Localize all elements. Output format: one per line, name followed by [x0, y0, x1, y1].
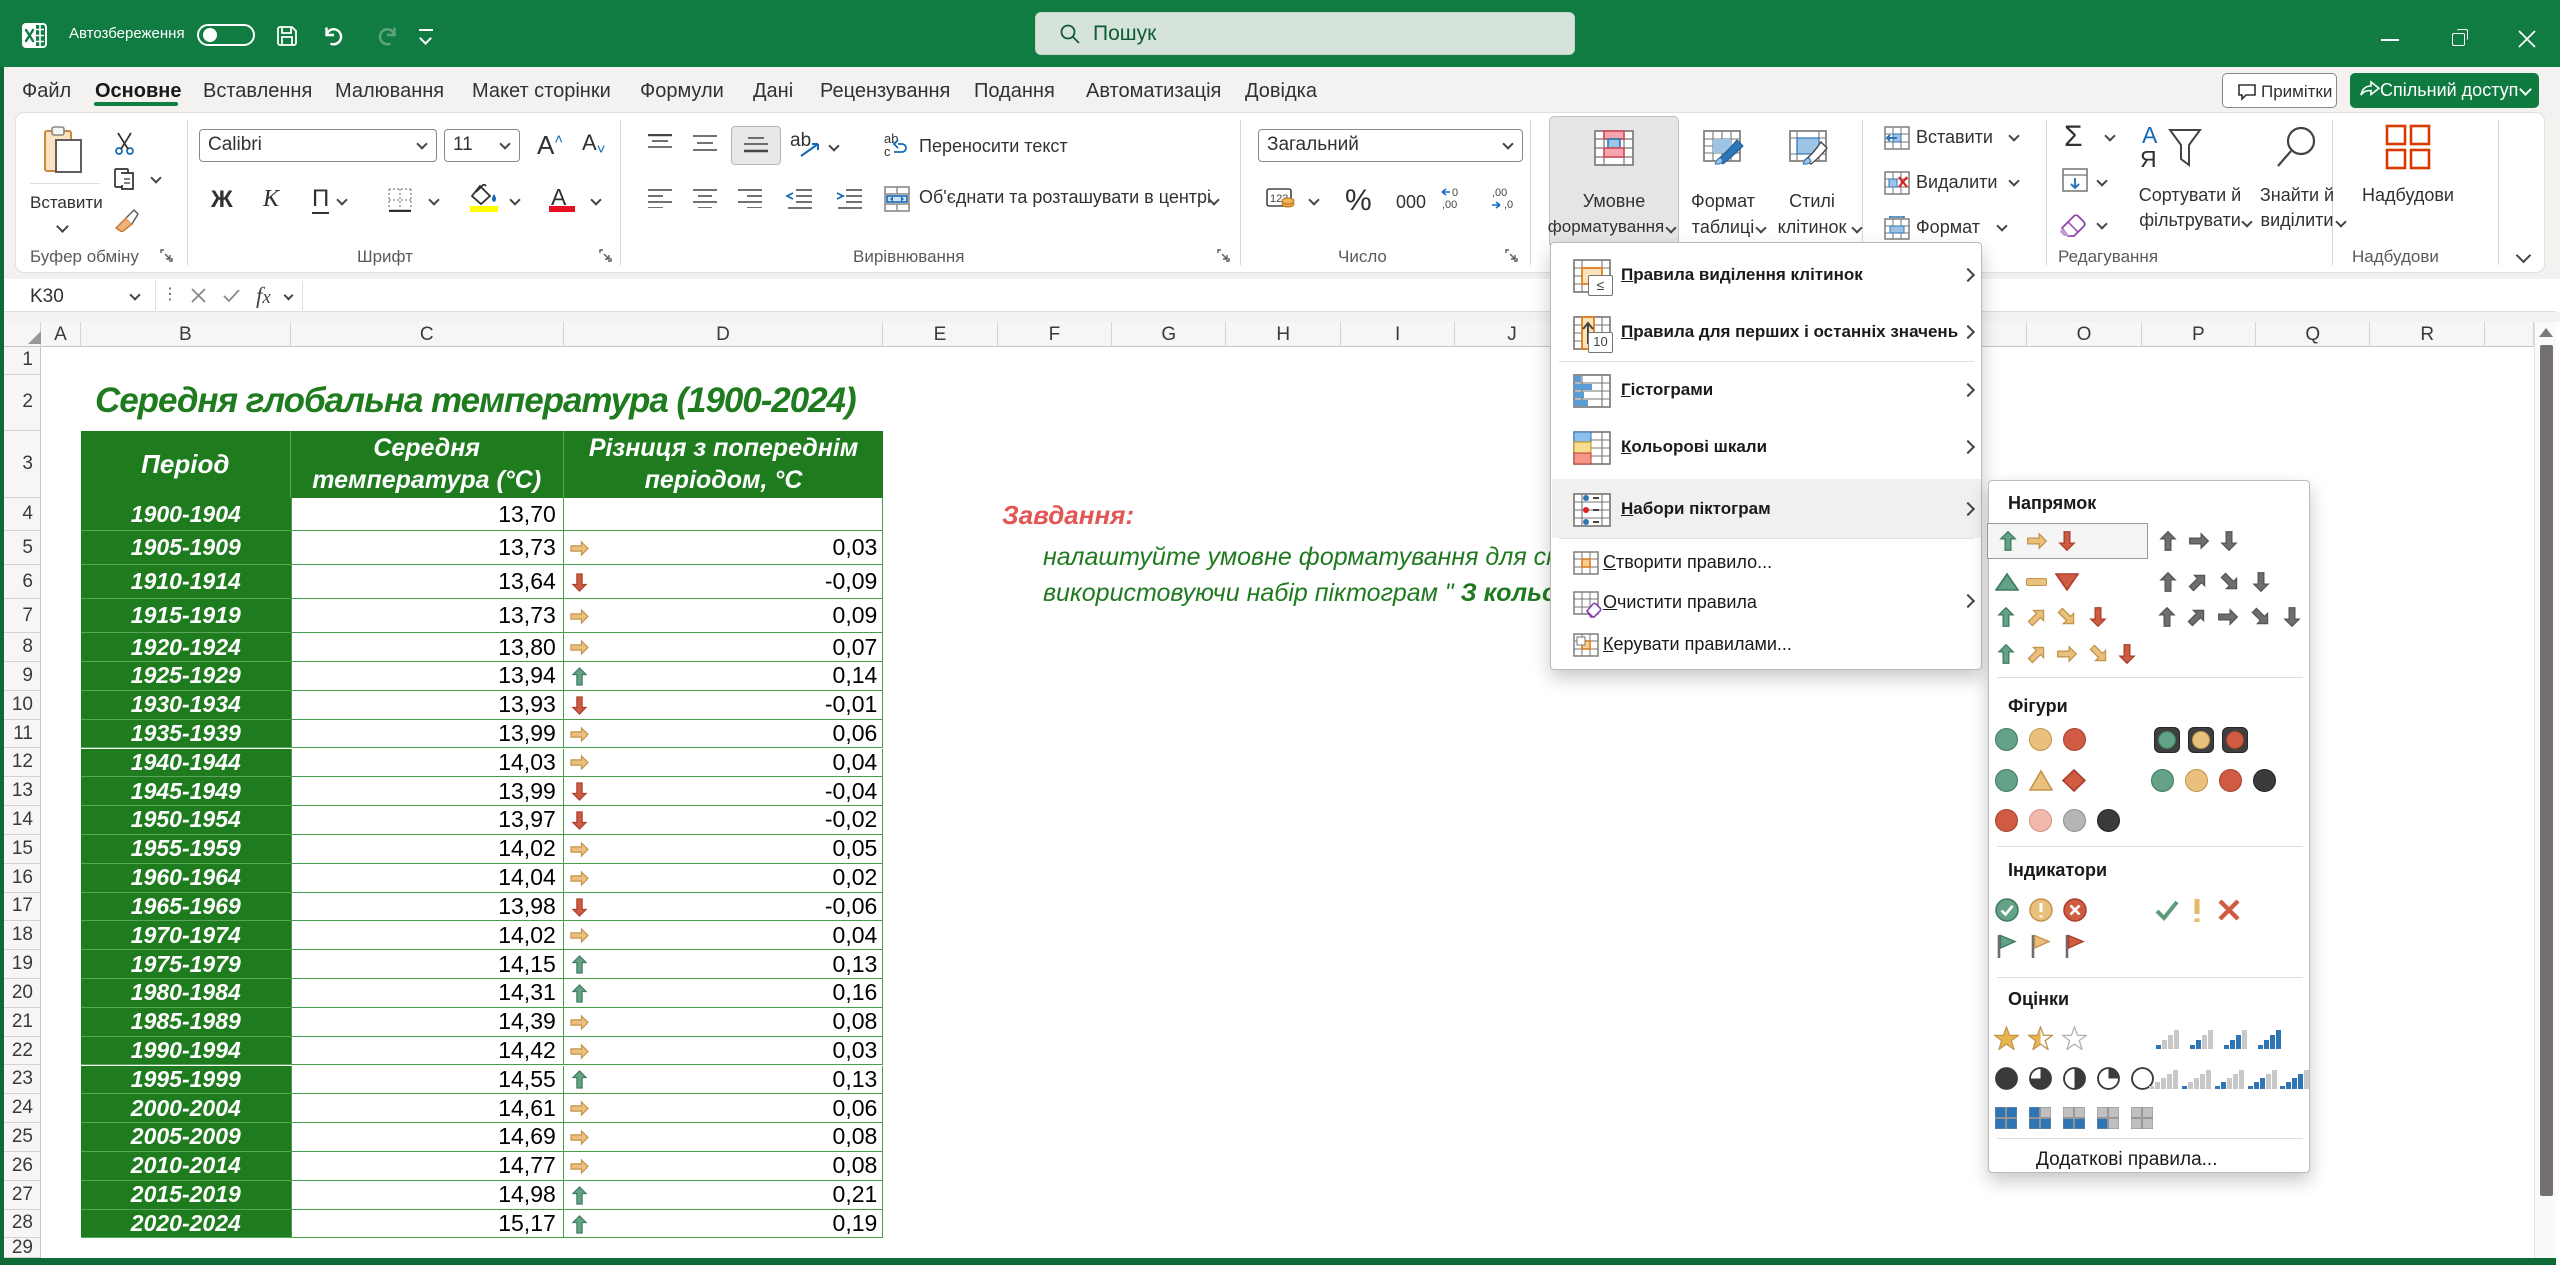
svg-text:0: 0: [1452, 187, 1458, 199]
svg-text:,0: ,0: [1504, 199, 1513, 211]
svg-text:c: c: [884, 144, 891, 158]
svg-text:,00: ,00: [1442, 199, 1457, 211]
svg-text:,00: ,00: [1492, 187, 1507, 199]
